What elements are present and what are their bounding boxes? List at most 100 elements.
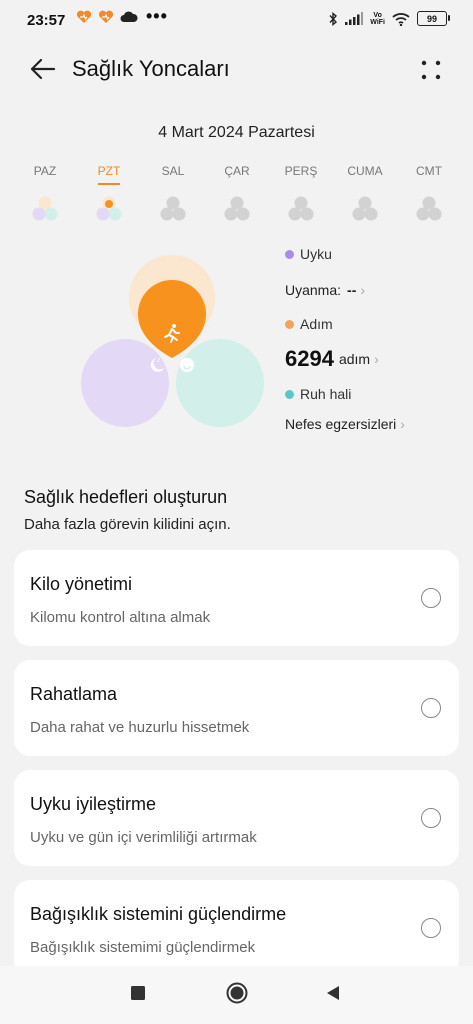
home-circle-icon — [226, 982, 248, 1004]
mini-clover-icon — [32, 196, 58, 221]
steps-unit: adım — [338, 351, 371, 367]
heart-app-icon — [98, 10, 114, 23]
week-day-label: PERŞ — [284, 164, 318, 178]
mini-clover-icon — [96, 196, 122, 221]
status-more-dots: ••• — [146, 6, 168, 26]
dots-grid-icon — [421, 60, 441, 80]
week-selector: PAZ PZT SAL ÇAR PERŞ CUMA CMT — [14, 164, 460, 228]
arrow-left-icon — [30, 58, 56, 80]
app-header: Sağlık Yoncaları — [0, 50, 473, 90]
wake-up-link[interactable]: Uyanma: -- › — [285, 280, 465, 300]
week-day-6[interactable]: CMT — [398, 164, 460, 228]
steps-count: 6294 — [285, 346, 334, 371]
goal-desc: Uyku ve gün içi verimliliği artırmak — [30, 829, 257, 846]
mood-smile-icon — [180, 358, 194, 372]
active-day-indicator — [354, 183, 376, 185]
mini-clover-icon — [224, 196, 250, 221]
signal-icon — [345, 12, 364, 25]
clover-legend: Uyku Uyanma: -- › Adım 6294 adım › Ruh h… — [285, 244, 465, 434]
mini-clover-icon — [352, 196, 378, 221]
active-day-indicator — [34, 183, 56, 185]
svg-text:z: z — [157, 357, 160, 364]
goal-radio[interactable] — [421, 698, 441, 718]
wake-up-value: -- — [347, 282, 357, 298]
week-day-label: ÇAR — [224, 164, 250, 178]
goal-title: Uyku iyileştirme — [30, 794, 157, 814]
goal-card-immunity[interactable]: Bağışıklık sistemini güçlendirme Bağışık… — [14, 880, 459, 976]
goal-desc: Bağışıklık sistemimi güçlendirmek — [30, 939, 256, 956]
goal-card-relaxation[interactable]: Rahatlama Daha rahat ve huzurlu hissetme… — [14, 660, 459, 756]
legend-steps-label: Adım — [300, 316, 333, 332]
legend-steps: Adım — [285, 314, 465, 334]
goal-title: Kilo yönetimi — [30, 574, 133, 594]
week-day-1[interactable]: PZT — [78, 164, 140, 228]
wake-up-label: Uyanma: — [285, 282, 342, 298]
home-button[interactable] — [226, 982, 248, 1009]
sleep-petal — [81, 339, 169, 427]
back-button[interactable] — [28, 54, 58, 84]
wifi-icon — [392, 12, 410, 26]
goal-card-weight[interactable]: Kilo yönetimi Kilomu kontrol altına alma… — [14, 550, 459, 646]
week-day-3[interactable]: ÇAR — [206, 164, 268, 228]
goal-title: Rahatlama — [30, 684, 118, 704]
sleep-dot — [285, 249, 294, 259]
vowifi-indicator: Vo WiFi — [370, 12, 385, 26]
goals-subtitle: Daha fazla görevin kilidini açın. — [24, 516, 231, 533]
mood-dot — [285, 389, 294, 399]
goal-desc: Daha rahat ve huzurlu hissetmek — [30, 719, 250, 736]
legend-sleep: Uyku — [285, 244, 465, 264]
page-title: Sağlık Yoncaları — [72, 56, 230, 81]
goal-radio[interactable] — [421, 808, 441, 828]
battery-icon: 99 — [417, 11, 450, 26]
back-triangle-icon — [327, 986, 339, 1000]
mini-clover-icon — [288, 196, 314, 221]
goal-radio[interactable] — [421, 588, 441, 608]
legend-mood-label: Ruh hali — [300, 386, 352, 402]
week-day-label: PZT — [97, 164, 121, 178]
week-day-4[interactable]: PERŞ — [270, 164, 332, 228]
goal-radio[interactable] — [421, 918, 441, 938]
week-day-label: PAZ — [33, 164, 57, 178]
chevron-right-icon: › — [374, 351, 379, 367]
chevron-right-icon: › — [400, 416, 405, 432]
status-bar: 23:57 ••• Vo WiFi 99 — [0, 0, 473, 40]
selected-date: 4 Mart 2024 Pazartesi — [158, 124, 315, 141]
legend-mood: Ruh hali — [285, 384, 465, 404]
vowifi-top: Vo — [373, 11, 382, 19]
week-day-2[interactable]: SAL — [142, 164, 204, 228]
steps-dot — [285, 319, 294, 329]
goal-desc: Kilomu kontrol altına almak — [30, 609, 211, 626]
status-time: 23:57 — [27, 12, 66, 29]
more-options-button[interactable] — [419, 58, 443, 82]
mood-petal — [176, 339, 264, 427]
mini-clover-icon — [416, 196, 442, 221]
heart-app-icon — [76, 10, 92, 23]
week-day-label: CUMA — [347, 164, 383, 178]
week-day-label: SAL — [161, 164, 185, 178]
status-system-icons: Vo WiFi 99 — [328, 11, 450, 26]
health-clover-graphic: z — [81, 255, 264, 427]
breathing-exercises-label: Nefes egzersizleri — [285, 416, 397, 432]
recents-square-icon — [131, 986, 145, 1000]
week-day-5[interactable]: CUMA — [334, 164, 396, 228]
status-notification-icons — [76, 10, 138, 24]
breathing-exercises-link[interactable]: Nefes egzersizleri › — [285, 414, 465, 434]
chevron-right-icon: › — [360, 282, 366, 298]
vowifi-bottom: WiFi — [370, 18, 385, 26]
steps-link[interactable]: 6294 adım › — [285, 346, 465, 372]
cloud-icon — [120, 11, 138, 22]
bluetooth-icon — [329, 11, 338, 26]
mini-clover-icon — [160, 196, 186, 221]
active-day-indicator — [98, 183, 120, 185]
active-day-indicator — [226, 183, 248, 185]
goal-title: Bağışıklık sistemini güçlendirme — [30, 904, 287, 924]
nav-back-button[interactable] — [324, 984, 342, 1007]
goal-card-sleep[interactable]: Uyku iyileştirme Uyku ve gün içi verimli… — [14, 770, 459, 866]
goals-title: Sağlık hedefleri oluşturun — [24, 487, 228, 507]
legend-sleep-label: Uyku — [300, 246, 332, 262]
week-day-label: CMT — [416, 164, 442, 178]
recents-button[interactable] — [129, 984, 147, 1007]
week-day-0[interactable]: PAZ — [14, 164, 76, 228]
active-day-indicator — [418, 183, 440, 185]
active-day-indicator — [162, 183, 184, 185]
